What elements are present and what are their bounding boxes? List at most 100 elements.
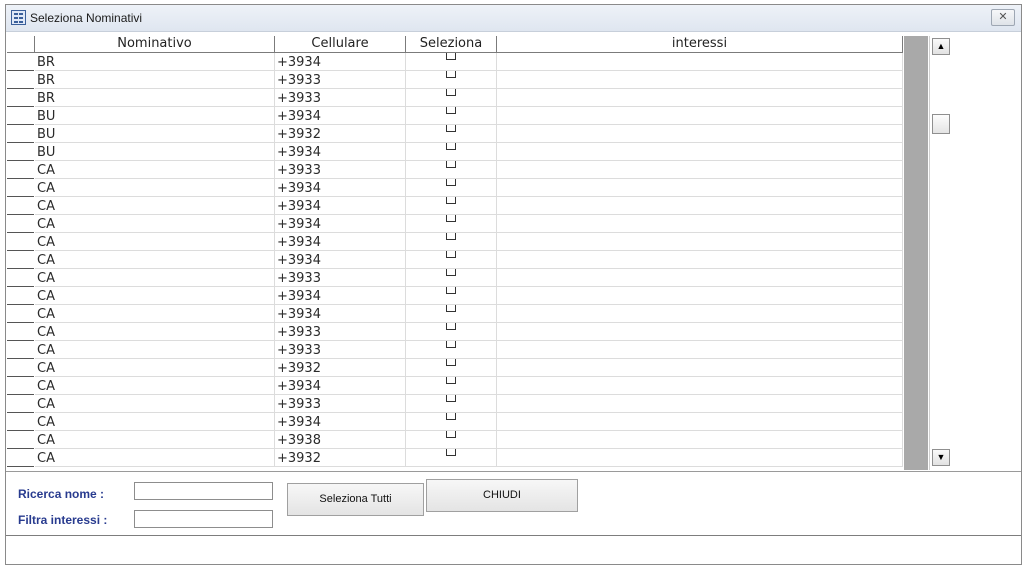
seleziona-checkbox[interactable]: [446, 251, 456, 258]
row-selector[interactable]: [7, 413, 34, 431]
cell-nominativo[interactable]: CA: [35, 359, 275, 377]
seleziona-checkbox[interactable]: [446, 197, 456, 204]
cell-interessi[interactable]: [497, 287, 903, 305]
cell-interessi[interactable]: [497, 413, 903, 431]
cell-nominativo[interactable]: CA: [35, 251, 275, 269]
seleziona-checkbox[interactable]: [446, 107, 456, 114]
cell-interessi[interactable]: [497, 395, 903, 413]
table-row[interactable]: BR +3934: [7, 53, 903, 71]
cell-nominativo[interactable]: CA: [35, 269, 275, 287]
cell-cellulare[interactable]: +3934: [275, 143, 406, 161]
row-selector[interactable]: [7, 359, 34, 377]
cell-cellulare[interactable]: +3934: [275, 215, 406, 233]
cell-cellulare[interactable]: +3933: [275, 71, 406, 89]
cell-interessi[interactable]: [497, 179, 903, 197]
cell-interessi[interactable]: [497, 197, 903, 215]
row-selector-header[interactable]: [7, 36, 35, 53]
cell-interessi[interactable]: [497, 107, 903, 125]
cell-nominativo[interactable]: CA: [35, 233, 275, 251]
cell-cellulare[interactable]: +3934: [275, 287, 406, 305]
table-row[interactable]: CA +3934: [7, 377, 903, 395]
row-selector[interactable]: [7, 449, 34, 467]
column-header-interessi[interactable]: interessi: [497, 36, 903, 53]
row-selector[interactable]: [7, 197, 34, 215]
seleziona-checkbox[interactable]: [446, 413, 456, 420]
cell-nominativo[interactable]: CA: [35, 197, 275, 215]
row-selector[interactable]: [7, 215, 34, 233]
filtra-interessi-input[interactable]: [134, 510, 273, 528]
cell-nominativo[interactable]: BU: [35, 107, 275, 125]
chiudi-button[interactable]: CHIUDI: [426, 479, 578, 512]
row-selector[interactable]: [7, 341, 34, 359]
cell-interessi[interactable]: [497, 251, 903, 269]
table-row[interactable]: CA +3934: [7, 413, 903, 431]
seleziona-checkbox[interactable]: [446, 89, 456, 96]
cell-cellulare[interactable]: +3934: [275, 377, 406, 395]
table-row[interactable]: BU +3934: [7, 143, 903, 161]
cell-nominativo[interactable]: CA: [35, 377, 275, 395]
row-selector[interactable]: [7, 323, 34, 341]
table-row[interactable]: CA +3934: [7, 251, 903, 269]
scroll-up-button[interactable]: ▲: [932, 38, 950, 55]
cell-nominativo[interactable]: CA: [35, 341, 275, 359]
seleziona-checkbox[interactable]: [446, 143, 456, 150]
row-selector[interactable]: [7, 179, 34, 197]
vertical-scrollbar[interactable]: ▲ ▼: [929, 36, 952, 470]
cell-nominativo[interactable]: BU: [35, 143, 275, 161]
seleziona-checkbox[interactable]: [446, 323, 456, 330]
cell-nominativo[interactable]: CA: [35, 305, 275, 323]
cell-interessi[interactable]: [497, 341, 903, 359]
table-row[interactable]: BR +3933: [7, 89, 903, 107]
cell-interessi[interactable]: [497, 449, 903, 467]
seleziona-checkbox[interactable]: [446, 359, 456, 366]
cell-cellulare[interactable]: +3934: [275, 53, 406, 71]
table-row[interactable]: CA +3933: [7, 161, 903, 179]
scroll-thumb[interactable]: [932, 114, 950, 134]
seleziona-checkbox[interactable]: [446, 431, 456, 438]
seleziona-checkbox[interactable]: [446, 125, 456, 132]
row-selector[interactable]: [7, 161, 34, 179]
cell-interessi[interactable]: [497, 359, 903, 377]
cell-nominativo[interactable]: CA: [35, 395, 275, 413]
table-row[interactable]: CA +3933: [7, 395, 903, 413]
table-row[interactable]: CA +3934: [7, 305, 903, 323]
cell-interessi[interactable]: [497, 215, 903, 233]
row-selector[interactable]: [7, 89, 34, 107]
cell-interessi[interactable]: [497, 53, 903, 71]
cell-cellulare[interactable]: +3934: [275, 413, 406, 431]
table-row[interactable]: CA +3933: [7, 323, 903, 341]
seleziona-checkbox[interactable]: [446, 449, 456, 456]
row-selector[interactable]: [7, 71, 34, 89]
cell-interessi[interactable]: [497, 431, 903, 449]
cell-interessi[interactable]: [497, 269, 903, 287]
cell-nominativo[interactable]: BU: [35, 125, 275, 143]
cell-cellulare[interactable]: +3933: [275, 341, 406, 359]
seleziona-checkbox[interactable]: [446, 161, 456, 168]
cell-interessi[interactable]: [497, 233, 903, 251]
cell-nominativo[interactable]: CA: [35, 215, 275, 233]
column-header-nominativo[interactable]: Nominativo: [35, 36, 275, 53]
table-row[interactable]: CA +3933: [7, 269, 903, 287]
cell-cellulare[interactable]: +3938: [275, 431, 406, 449]
cell-nominativo[interactable]: CA: [35, 413, 275, 431]
cell-interessi[interactable]: [497, 323, 903, 341]
cell-nominativo[interactable]: CA: [35, 161, 275, 179]
cell-cellulare[interactable]: +3933: [275, 161, 406, 179]
column-header-seleziona[interactable]: Seleziona: [406, 36, 497, 53]
cell-interessi[interactable]: [497, 125, 903, 143]
cell-interessi[interactable]: [497, 161, 903, 179]
seleziona-checkbox[interactable]: [446, 179, 456, 186]
close-button[interactable]: ✕: [991, 9, 1015, 26]
cell-interessi[interactable]: [497, 143, 903, 161]
cell-cellulare[interactable]: +3934: [275, 179, 406, 197]
table-row[interactable]: CA +3933: [7, 341, 903, 359]
table-row[interactable]: CA +3934: [7, 287, 903, 305]
cell-cellulare[interactable]: +3933: [275, 323, 406, 341]
row-selector[interactable]: [7, 125, 34, 143]
table-row[interactable]: CA +3934: [7, 197, 903, 215]
table-row[interactable]: BU +3934: [7, 107, 903, 125]
seleziona-checkbox[interactable]: [446, 395, 456, 402]
seleziona-checkbox[interactable]: [446, 377, 456, 384]
cell-cellulare[interactable]: +3934: [275, 107, 406, 125]
cell-nominativo[interactable]: CA: [35, 179, 275, 197]
